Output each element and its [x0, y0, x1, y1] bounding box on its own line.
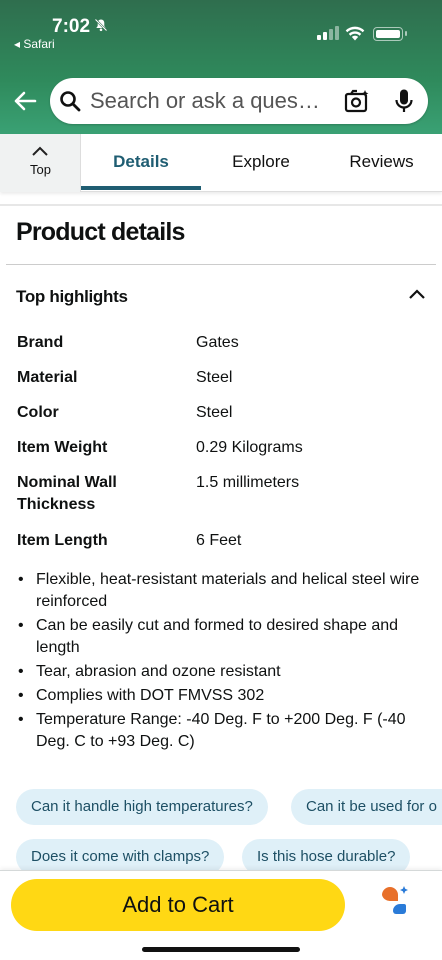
battery-icon — [373, 27, 407, 41]
feature-bullets: Flexible, heat-resistant materials and h… — [16, 569, 428, 755]
spec-key: Nominal Wall Thickness — [17, 474, 117, 513]
page-title: Product details — [16, 218, 185, 246]
search-input[interactable] — [90, 87, 332, 115]
highlights-title[interactable]: Top highlights — [16, 287, 128, 307]
bottom-action-bar: Add to Cart — [0, 870, 442, 960]
spec-value: 1.5 millimeters — [196, 474, 300, 491]
list-item: Can be easily cut and formed to desired … — [16, 615, 428, 659]
tab-top-label: Top — [30, 162, 51, 177]
wifi-icon — [345, 25, 365, 41]
spec-key: Brand — [17, 334, 64, 351]
add-to-cart-button[interactable]: Add to Cart — [11, 879, 345, 931]
list-item: Flexible, heat-resistant materials and h… — [16, 569, 428, 613]
spec-value: 6 Feet — [196, 532, 242, 549]
divider — [6, 264, 436, 265]
divider — [0, 204, 442, 206]
back-arrow-icon[interactable] — [12, 88, 38, 114]
active-tab-indicator — [81, 186, 201, 190]
cellular-signal-icon — [317, 26, 339, 40]
home-indicator — [142, 947, 300, 952]
status-time: 7:02 — [52, 16, 91, 37]
camera-search-icon[interactable] — [344, 89, 370, 113]
chevron-up-icon — [31, 144, 49, 156]
question-chip[interactable]: Can it be used for o — [291, 789, 442, 825]
list-item: Complies with DOT FMVSS 302 — [16, 685, 428, 707]
microphone-icon[interactable] — [393, 88, 415, 114]
tab-details[interactable]: Details — [81, 134, 201, 192]
app-header: 7:02 ◂ Safari — [0, 0, 442, 134]
spec-key: Color — [17, 404, 59, 421]
spec-key: Material — [17, 369, 78, 386]
spec-value: Steel — [196, 369, 233, 386]
list-item: Tear, abrasion and ozone resistant — [16, 661, 428, 683]
tab-top[interactable]: Top — [0, 134, 81, 192]
question-chip[interactable]: Can it handle high temperatures? — [16, 789, 268, 825]
spec-value: Steel — [196, 404, 233, 421]
spec-key: Item Length — [17, 532, 108, 549]
status-bar: 7:02 ◂ Safari — [0, 0, 442, 60]
spec-value: 0.29 Kilograms — [196, 439, 303, 456]
back-to-safari-link[interactable]: ◂ Safari — [14, 37, 55, 51]
spec-key: Item Weight — [17, 439, 108, 456]
silent-mode-icon — [94, 18, 108, 35]
list-item: Temperature Range: -40 Deg. F to +200 De… — [16, 709, 428, 753]
tab-reviews[interactable]: Reviews — [321, 134, 442, 192]
ai-assistant-icon[interactable] — [380, 885, 412, 915]
tab-explore[interactable]: Explore — [201, 134, 321, 192]
chevron-up-icon[interactable] — [408, 287, 426, 299]
spec-value: Gates — [196, 334, 239, 351]
section-tabs: Top Details Explore Reviews — [0, 134, 442, 192]
search-bar[interactable] — [50, 78, 428, 124]
search-icon — [59, 90, 81, 112]
